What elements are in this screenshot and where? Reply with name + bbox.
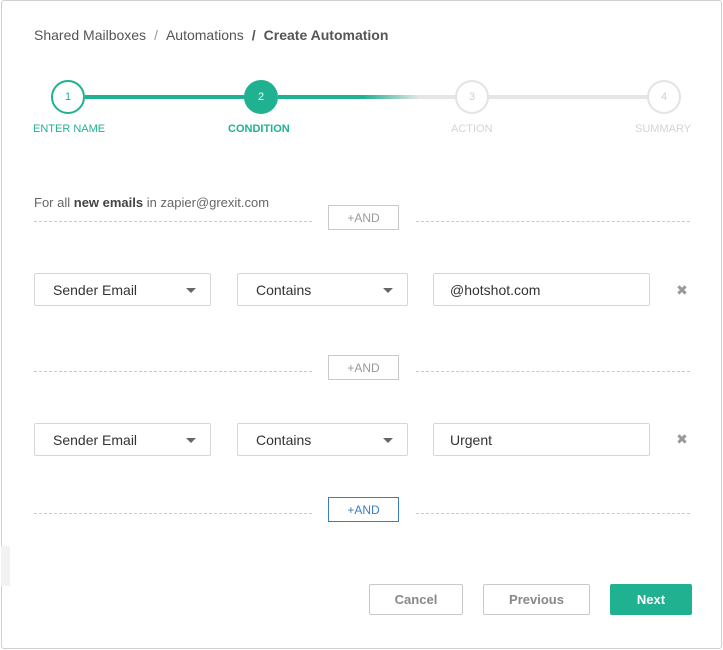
intro-middle: in — [146, 195, 157, 210]
operator-select[interactable]: Contains — [237, 423, 408, 456]
operator-select[interactable]: Contains — [237, 273, 408, 306]
divider-left — [34, 513, 312, 514]
breadcrumb-automations[interactable]: Automations — [166, 27, 244, 43]
chevron-down-icon — [186, 288, 196, 293]
value-input[interactable]: Urgent — [433, 423, 650, 456]
remove-condition-icon[interactable]: ✖ — [674, 282, 690, 298]
step-3-label: ACTION — [451, 123, 493, 135]
left-edge-strip — [1, 546, 10, 586]
step-line-2-3 — [278, 95, 455, 99]
previous-button[interactable]: Previous — [483, 584, 590, 615]
operator-select-value: Contains — [256, 431, 312, 448]
breadcrumb-separator: / — [251, 27, 256, 43]
remove-condition-icon[interactable]: ✖ — [674, 431, 690, 447]
divider-right — [416, 371, 690, 372]
chevron-down-icon — [186, 438, 196, 443]
divider-right — [416, 221, 690, 222]
intro-emphasis: new emails — [73, 195, 144, 210]
step-1-label: ENTER NAME — [33, 123, 106, 135]
intro-prefix: For all — [34, 195, 71, 210]
add-and-button[interactable]: +AND — [328, 205, 399, 230]
step-2-label: CONDITION — [228, 123, 290, 135]
operator-select-value: Contains — [256, 281, 312, 298]
chevron-down-icon — [383, 438, 393, 443]
value-input[interactable]: @hotshot.com — [433, 273, 650, 306]
add-and-button[interactable]: +AND — [328, 497, 399, 522]
step-4-label: SUMMARY — [635, 123, 692, 135]
step-3-circle: 3 — [455, 80, 489, 114]
add-and-button[interactable]: +AND — [328, 355, 399, 380]
breadcrumb-current: Create Automation — [263, 27, 389, 43]
field-select[interactable]: Sender Email — [34, 423, 211, 456]
chevron-down-icon — [383, 288, 393, 293]
divider-left — [34, 221, 312, 222]
step-4-circle: 4 — [647, 80, 681, 114]
step-line-1-2 — [85, 95, 245, 99]
breadcrumb-separator: / — [154, 27, 158, 43]
next-button[interactable]: Next — [610, 584, 692, 615]
breadcrumb-shared-mailboxes[interactable]: Shared Mailboxes — [34, 27, 146, 43]
divider-left — [34, 371, 312, 372]
breadcrumb: Shared Mailboxes / Automations / Create Auto… — [34, 27, 388, 43]
intro-mailbox: zapier@grexit.com — [160, 195, 270, 210]
step-2-circle[interactable]: 2 — [244, 80, 278, 114]
step-1-circle[interactable]: 1 — [51, 80, 85, 114]
field-select-value: Sender Email — [53, 281, 138, 298]
cancel-button[interactable]: Cancel — [369, 584, 463, 615]
field-select-value: Sender Email — [53, 431, 138, 448]
condition-intro: For all new emails in zapier@grexit.com — [34, 195, 269, 210]
step-line-3-4 — [489, 95, 647, 99]
divider-right — [416, 513, 690, 514]
field-select[interactable]: Sender Email — [34, 273, 211, 306]
